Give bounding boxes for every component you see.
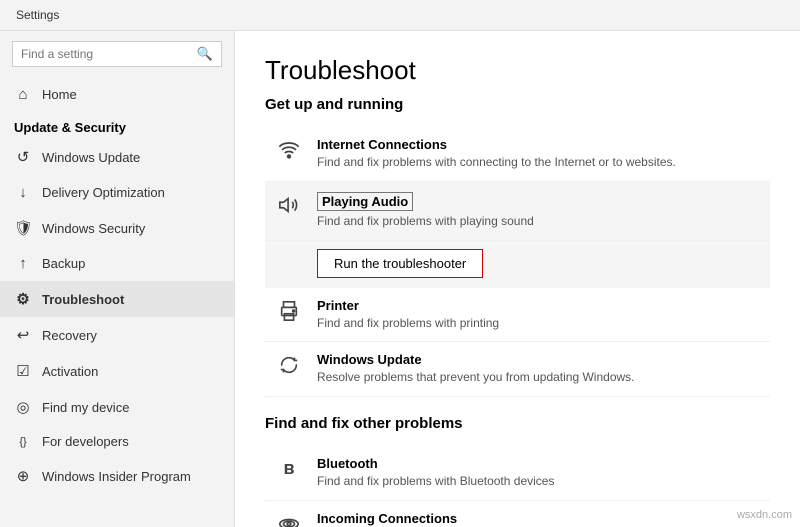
- sidebar-item-for-developers-label: For developers: [42, 434, 129, 449]
- backup-icon: ↑: [14, 255, 32, 272]
- sidebar-item-windows-update[interactable]: ↺ Windows Update: [0, 139, 234, 175]
- sidebar-item-backup-label: Backup: [42, 256, 85, 271]
- troubleshoot-icon: ⚙: [14, 290, 32, 308]
- windows-update-troubleshoot-name: Windows Update: [317, 352, 760, 367]
- bluetooth-icon: ʙ: [275, 458, 303, 479]
- windows-update-troubleshoot-desc: Resolve problems that prevent you from u…: [317, 369, 760, 386]
- sidebar: 🔍 ⌂ Home Update & Security ↺ Windows Upd…: [0, 31, 235, 527]
- playing-audio-content: Playing Audio Find and fix problems with…: [317, 192, 760, 230]
- windows-insider-icon: ⊕: [14, 467, 32, 485]
- sidebar-item-recovery-label: Recovery: [42, 328, 97, 343]
- bluetooth-name: Bluetooth: [317, 456, 760, 471]
- windows-update-troubleshoot-icon: [275, 354, 303, 381]
- internet-connections-content: Internet Connections Find and fix proble…: [317, 137, 760, 171]
- sidebar-item-recovery[interactable]: ↩ Recovery: [0, 317, 234, 353]
- internet-connections-icon: [275, 139, 303, 166]
- home-icon: ⌂: [14, 86, 32, 103]
- printer-desc: Find and fix problems with printing: [317, 315, 760, 332]
- delivery-optimization-icon: ↓: [14, 184, 32, 201]
- sidebar-item-for-developers[interactable]: {} For developers: [0, 425, 234, 458]
- find-fix-header: Find and fix other problems: [265, 415, 770, 432]
- bluetooth-content: Bluetooth Find and fix problems with Blu…: [317, 456, 760, 490]
- sidebar-item-windows-update-label: Windows Update: [42, 150, 140, 165]
- sidebar-item-troubleshoot-label: Troubleshoot: [42, 292, 124, 307]
- sidebar-item-windows-security-label: Windows Security: [42, 221, 145, 236]
- troubleshoot-item-bluetooth[interactable]: ʙ Bluetooth Find and fix problems with B…: [265, 446, 770, 501]
- incoming-connections-name: Incoming Connections: [317, 511, 760, 526]
- search-icon: 🔍: [197, 46, 213, 62]
- troubleshoot-item-audio[interactable]: Playing Audio Find and fix problems with…: [265, 182, 770, 241]
- recovery-icon: ↩: [14, 326, 32, 344]
- incoming-connections-content: Incoming Connections Find and fix proble…: [317, 511, 760, 527]
- run-btn-row: Run the troubleshooter: [265, 241, 770, 288]
- get-up-running-header: Get up and running: [265, 96, 770, 113]
- for-developers-icon: {}: [14, 436, 32, 448]
- sidebar-item-backup[interactable]: ↑ Backup: [0, 246, 234, 281]
- sidebar-item-find-my-device[interactable]: ◎ Find my device: [0, 389, 234, 425]
- watermark: wsxdn.com: [737, 509, 792, 521]
- main-container: 🔍 ⌂ Home Update & Security ↺ Windows Upd…: [0, 31, 800, 527]
- content-area: Troubleshoot Get up and running Internet…: [235, 31, 800, 527]
- sidebar-item-activation[interactable]: ☑ Activation: [0, 353, 234, 389]
- printer-content: Printer Find and fix problems with print…: [317, 298, 760, 332]
- printer-icon: [275, 300, 303, 327]
- sidebar-item-home-label: Home: [42, 87, 77, 102]
- sidebar-item-delivery-optimization-label: Delivery Optimization: [42, 185, 165, 200]
- troubleshoot-item-winupdate[interactable]: Windows Update Resolve problems that pre…: [265, 342, 770, 397]
- printer-name: Printer: [317, 298, 760, 313]
- activation-icon: ☑: [14, 362, 32, 380]
- bluetooth-desc: Find and fix problems with Bluetooth dev…: [317, 473, 760, 490]
- sidebar-item-find-my-device-label: Find my device: [42, 400, 129, 415]
- find-my-device-icon: ◎: [14, 398, 32, 416]
- sidebar-item-windows-insider[interactable]: ⊕ Windows Insider Program: [0, 458, 234, 494]
- page-title: Troubleshoot: [265, 55, 770, 86]
- sidebar-item-delivery-optimization[interactable]: ↓ Delivery Optimization: [0, 175, 234, 210]
- troubleshoot-item-internet[interactable]: Internet Connections Find and fix proble…: [265, 127, 770, 182]
- playing-audio-icon: [275, 194, 303, 221]
- sidebar-item-windows-insider-label: Windows Insider Program: [42, 469, 191, 484]
- windows-security-icon: 🛡: [14, 219, 32, 237]
- search-box[interactable]: 🔍: [12, 41, 222, 67]
- playing-audio-desc: Find and fix problems with playing sound: [317, 213, 760, 230]
- troubleshoot-item-incoming[interactable]: Incoming Connections Find and fix proble…: [265, 501, 770, 527]
- sidebar-item-home[interactable]: ⌂ Home: [0, 77, 234, 112]
- playing-audio-name: Playing Audio: [317, 192, 413, 211]
- windows-update-icon: ↺: [14, 148, 32, 166]
- sidebar-item-activation-label: Activation: [42, 364, 98, 379]
- sidebar-item-troubleshoot[interactable]: ⚙ Troubleshoot: [0, 281, 234, 317]
- run-troubleshooter-button[interactable]: Run the troubleshooter: [317, 249, 483, 278]
- search-input[interactable]: [21, 47, 197, 61]
- find-fix-section: Find and fix other problems ʙ Bluetooth …: [265, 415, 770, 527]
- troubleshoot-item-printer[interactable]: Printer Find and fix problems with print…: [265, 288, 770, 343]
- internet-connections-desc: Find and fix problems with connecting to…: [317, 154, 760, 171]
- title-bar-label: Settings: [16, 8, 59, 22]
- incoming-connections-icon: [275, 513, 303, 527]
- sidebar-section-title: Update & Security: [0, 112, 234, 139]
- title-bar: Settings: [0, 0, 800, 31]
- internet-connections-name: Internet Connections: [317, 137, 760, 152]
- windows-update-troubleshoot-content: Windows Update Resolve problems that pre…: [317, 352, 760, 386]
- sidebar-item-windows-security[interactable]: 🛡 Windows Security: [0, 210, 234, 246]
